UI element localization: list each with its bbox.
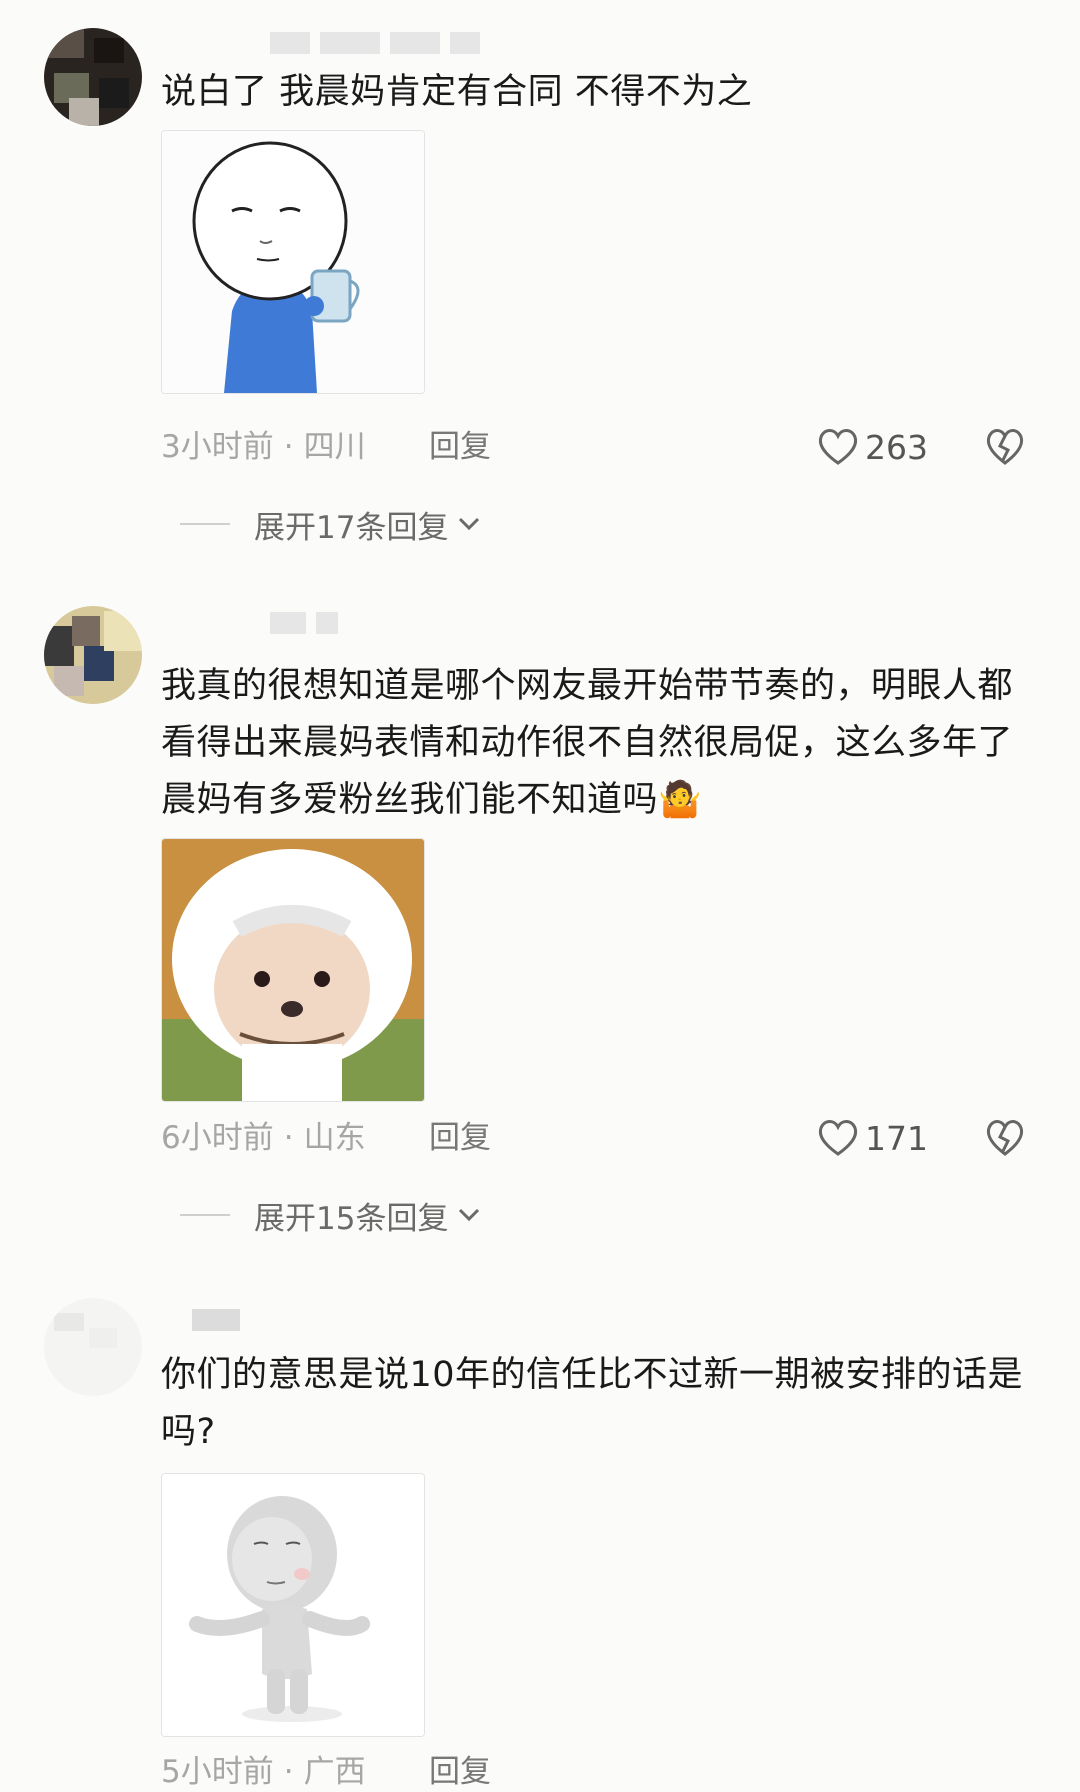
username-masked[interactable] bbox=[270, 612, 338, 634]
broken-heart-icon bbox=[986, 1120, 1024, 1156]
avatar[interactable] bbox=[44, 28, 142, 126]
avatar[interactable] bbox=[44, 1298, 142, 1396]
comment-location: 山东 bbox=[303, 1120, 366, 1156]
meta-separator: · bbox=[283, 429, 294, 465]
expand-replies-button[interactable]: 展开17条回复 bbox=[180, 504, 484, 546]
chevron-down-icon bbox=[459, 1208, 480, 1222]
like-button[interactable]: 171 bbox=[817, 1118, 928, 1158]
reply-button[interactable]: 回复 bbox=[429, 1752, 491, 1792]
comment-text: 你们的意思是说10年的信任比不过新一期被安排的话是吗? bbox=[161, 1355, 1024, 1452]
dislike-button[interactable] bbox=[985, 427, 1025, 467]
like-count: 171 bbox=[865, 1118, 928, 1158]
comment-time: 3小时前 bbox=[161, 429, 274, 465]
heart-outline-icon bbox=[818, 1120, 858, 1156]
divider-line bbox=[180, 1214, 230, 1216]
comment-text: 我真的很想知道是哪个网友最开始带节奏的，明眼人都看得出来晨妈表情和动作很不自然很… bbox=[161, 666, 1014, 820]
meta-separator: · bbox=[283, 1120, 294, 1156]
comment-meta: 6小时前 · 山东 bbox=[161, 1118, 366, 1158]
sticker-image[interactable] bbox=[161, 838, 425, 1102]
heart-outline-icon bbox=[818, 429, 858, 465]
username-masked[interactable] bbox=[192, 1309, 240, 1331]
username-masked[interactable] bbox=[270, 32, 480, 54]
like-count: 263 bbox=[865, 427, 928, 467]
reply-button[interactable]: 回复 bbox=[429, 427, 491, 467]
chevron-down-icon bbox=[459, 517, 480, 531]
comment-meta: 5小时前 · 广西 bbox=[161, 1752, 366, 1792]
divider-line bbox=[180, 523, 230, 525]
meta-separator: · bbox=[283, 1754, 294, 1790]
dislike-button[interactable] bbox=[985, 1118, 1025, 1158]
comment-location: 广西 bbox=[303, 1754, 366, 1790]
comment-time: 6小时前 bbox=[161, 1120, 274, 1156]
like-button[interactable]: 263 bbox=[817, 427, 928, 467]
expand-replies-label: 展开17条回复 bbox=[254, 509, 449, 546]
comment-time: 5小时前 bbox=[161, 1754, 274, 1790]
comment-location: 四川 bbox=[303, 429, 366, 465]
reply-button[interactable]: 回复 bbox=[429, 1118, 491, 1158]
avatar[interactable] bbox=[44, 606, 142, 704]
broken-heart-icon bbox=[986, 429, 1024, 465]
sticker-image[interactable] bbox=[161, 130, 425, 394]
expand-replies-button[interactable]: 展开15条回复 bbox=[180, 1195, 484, 1237]
sticker-image[interactable] bbox=[161, 1473, 425, 1737]
comment-text: 说白了 我晨妈肯定有合同 不得不为之 bbox=[161, 72, 753, 112]
comment-meta: 3小时前 · 四川 bbox=[161, 427, 366, 467]
expand-replies-label: 展开15条回复 bbox=[254, 1200, 449, 1237]
